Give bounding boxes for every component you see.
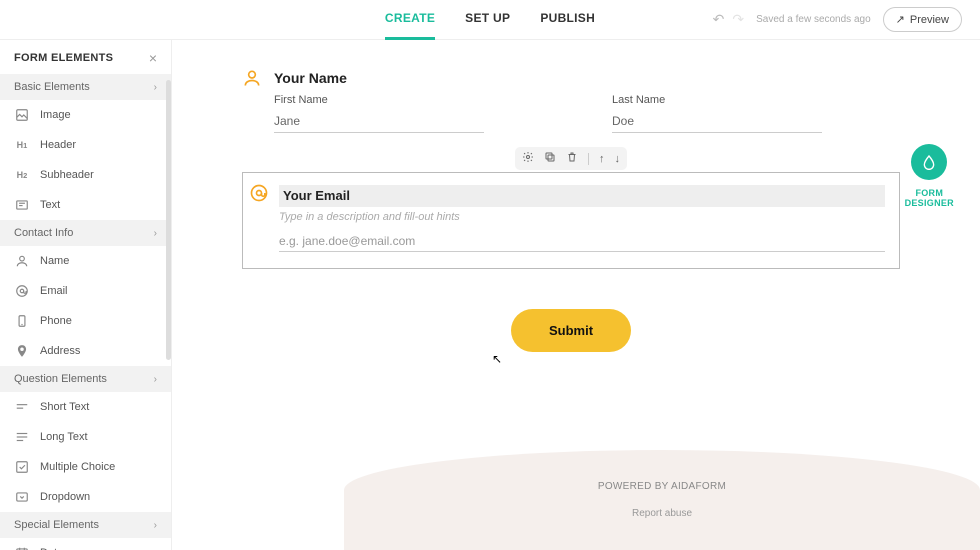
- item-label: Image: [40, 109, 71, 121]
- sidebar: FORM ELEMENTS × Basic Elements › Image H…: [0, 40, 172, 550]
- section-contact-info[interactable]: Contact Info ›: [0, 220, 171, 246]
- text-icon: [14, 197, 30, 213]
- section-label: Special Elements: [14, 519, 99, 531]
- item-label: Address: [40, 345, 80, 357]
- checkbox-icon: [14, 459, 30, 475]
- sidebar-item-phone[interactable]: Phone: [0, 306, 171, 336]
- sidebar-item-long-text[interactable]: Long Text: [0, 422, 171, 452]
- person-icon: [242, 68, 262, 88]
- trash-icon[interactable]: [566, 151, 578, 166]
- tab-setup[interactable]: SET UP: [465, 0, 510, 40]
- topbar-tabs: CREATE SET UP PUBLISH: [385, 0, 595, 40]
- section-label: Question Elements: [14, 373, 107, 385]
- sidebar-item-date[interactable]: Date: [0, 538, 171, 550]
- preview-label: Preview: [910, 14, 949, 26]
- sidebar-item-text[interactable]: Text: [0, 190, 171, 220]
- form-designer-fab[interactable]: FORMDESIGNER: [905, 144, 954, 208]
- pin-icon: [14, 343, 30, 359]
- field-title: Your Name: [274, 70, 347, 86]
- section-label: Contact Info: [14, 227, 73, 239]
- saved-status: Saved a few seconds ago: [756, 14, 871, 25]
- chevron-right-icon: ›: [154, 82, 157, 93]
- image-icon: [14, 107, 30, 123]
- email-title-input[interactable]: [283, 188, 881, 203]
- email-field-block[interactable]: Type in a description and fill-out hints…: [242, 172, 900, 269]
- sidebar-item-name[interactable]: Name: [0, 246, 171, 276]
- section-question-elements[interactable]: Question Elements ›: [0, 366, 171, 392]
- first-name-label: First Name: [274, 94, 562, 106]
- item-label: Name: [40, 255, 69, 267]
- at-icon: [249, 183, 269, 208]
- last-name-input[interactable]: [612, 110, 822, 133]
- item-label: Multiple Choice: [40, 461, 115, 473]
- item-label: Subheader: [40, 169, 94, 181]
- main-canvas: Your Name First Name Last Name: [172, 40, 980, 550]
- droplet-icon[interactable]: [911, 144, 947, 180]
- undo-icon[interactable]: ↶: [713, 11, 725, 28]
- item-label: Dropdown: [40, 491, 90, 503]
- tab-publish[interactable]: PUBLISH: [540, 0, 595, 40]
- item-label: Text: [40, 199, 60, 211]
- sidebar-item-dropdown[interactable]: Dropdown: [0, 482, 171, 512]
- report-abuse-link[interactable]: Report abuse: [632, 508, 692, 519]
- description-hint[interactable]: Type in a description and fill-out hints: [279, 211, 885, 223]
- chevron-right-icon: ›: [154, 374, 157, 385]
- chevron-right-icon: ›: [154, 520, 157, 531]
- preview-button[interactable]: ↗ Preview: [883, 7, 962, 32]
- chevron-right-icon: ›: [154, 228, 157, 239]
- sidebar-item-multiple-choice[interactable]: Multiple Choice: [0, 452, 171, 482]
- cursor-icon: ↖: [492, 352, 502, 366]
- close-icon[interactable]: ×: [149, 50, 157, 66]
- scrollbar[interactable]: [166, 80, 171, 360]
- at-icon: [14, 283, 30, 299]
- tab-create[interactable]: CREATE: [385, 0, 435, 40]
- sidebar-item-email[interactable]: Email: [0, 276, 171, 306]
- last-name-label: Last Name: [612, 94, 900, 106]
- fab-label: FORMDESIGNER: [905, 188, 954, 208]
- item-label: Header: [40, 139, 76, 151]
- sidebar-item-subheader[interactable]: H2 Subheader: [0, 160, 171, 190]
- section-label: Basic Elements: [14, 81, 90, 93]
- name-field-block[interactable]: Your Name First Name Last Name: [242, 68, 900, 133]
- submit-button[interactable]: Submit: [511, 309, 631, 352]
- item-label: Email: [40, 285, 68, 297]
- arrow-up-icon[interactable]: ↑: [599, 153, 605, 165]
- sidebar-item-address[interactable]: Address: [0, 336, 171, 366]
- long-text-icon: [14, 429, 30, 445]
- email-input-placeholder[interactable]: e.g. jane.doe@email.com: [279, 231, 885, 252]
- redo-icon[interactable]: ↷: [732, 11, 744, 28]
- h2-icon: H2: [14, 167, 30, 183]
- external-link-icon: ↗: [896, 13, 905, 26]
- section-special-elements[interactable]: Special Elements ›: [0, 512, 171, 538]
- footer: POWERED BY AIDAFORM Report abuse: [344, 450, 980, 550]
- h1-icon: H1: [14, 137, 30, 153]
- copy-icon[interactable]: [544, 151, 556, 166]
- item-label: Short Text: [40, 401, 89, 413]
- sidebar-title: FORM ELEMENTS: [14, 52, 113, 64]
- arrow-down-icon[interactable]: ↓: [615, 153, 621, 165]
- field-toolbar: ↑ ↓: [242, 147, 900, 170]
- short-text-icon: [14, 399, 30, 415]
- divider: [588, 153, 589, 165]
- calendar-icon: [14, 545, 30, 550]
- topbar-right: ↶ ↷ Saved a few seconds ago ↗ Preview: [713, 7, 962, 32]
- gear-icon[interactable]: [522, 151, 534, 166]
- sidebar-item-image[interactable]: Image: [0, 100, 171, 130]
- sidebar-item-short-text[interactable]: Short Text: [0, 392, 171, 422]
- phone-icon: [14, 313, 30, 329]
- first-name-input[interactable]: [274, 110, 484, 133]
- item-label: Phone: [40, 315, 72, 327]
- item-label: Long Text: [40, 431, 88, 443]
- dropdown-icon: [14, 489, 30, 505]
- topbar: CREATE SET UP PUBLISH ↶ ↷ Saved a few se…: [0, 0, 980, 40]
- person-icon: [14, 253, 30, 269]
- sidebar-item-header[interactable]: H1 Header: [0, 130, 171, 160]
- powered-by: POWERED BY AIDAFORM: [598, 481, 726, 492]
- undo-redo-group: ↶ ↷: [713, 11, 744, 28]
- section-basic-elements[interactable]: Basic Elements ›: [0, 74, 171, 100]
